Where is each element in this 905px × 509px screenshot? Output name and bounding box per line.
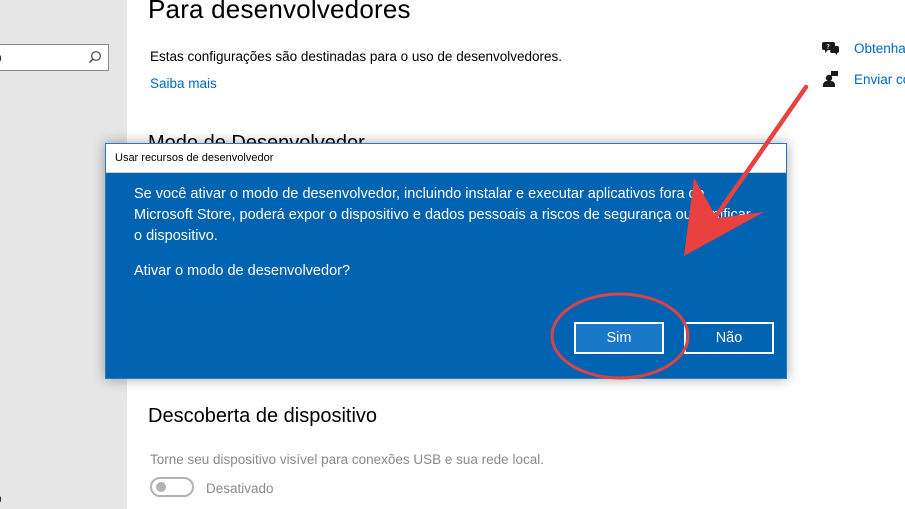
device-discovery-toggle[interactable] <box>150 477 194 497</box>
search-icon <box>89 51 101 63</box>
svg-text:?: ? <box>826 43 830 51</box>
dialog-titlebar: Usar recursos de desenvolvedor <box>106 144 786 173</box>
dialog-title: Usar recursos de desenvolvedor <box>115 152 274 164</box>
dialog-message: Se você ativar o modo de desenvolvedor, … <box>134 186 751 244</box>
device-discovery-description: Torne seu dispositivo visível para conex… <box>150 452 544 467</box>
send-feedback-label: Enviar co <box>854 71 905 87</box>
developer-features-dialog: Usar recursos de desenvolvedor Se você a… <box>105 143 787 379</box>
yes-button[interactable]: Sim <box>574 322 664 354</box>
send-feedback-link[interactable]: Enviar co <box>822 70 905 88</box>
get-help-label: Obtenha <box>854 40 905 56</box>
nav-stub-text: o <box>0 49 2 65</box>
page-description: Estas configurações são destinadas para … <box>150 49 563 64</box>
device-discovery-toggle-label: Desativado <box>206 481 274 496</box>
device-discovery-title: Descoberta de dispositivo <box>148 405 378 427</box>
toggle-knob <box>156 482 166 492</box>
nav-stub-text: o <box>0 490 2 506</box>
get-help-link[interactable]: ? Obtenha <box>822 40 905 56</box>
no-button[interactable]: Não <box>684 322 774 354</box>
learn-more-link[interactable]: Saiba mais <box>150 76 217 91</box>
feedback-person-icon <box>823 71 838 87</box>
dialog-question: Ativar o modo de desenvolvedor? <box>134 263 351 279</box>
help-chat-icon: ? <box>822 42 839 55</box>
page-title: Para desenvolvedores <box>148 0 411 24</box>
search-input[interactable] <box>0 44 109 71</box>
